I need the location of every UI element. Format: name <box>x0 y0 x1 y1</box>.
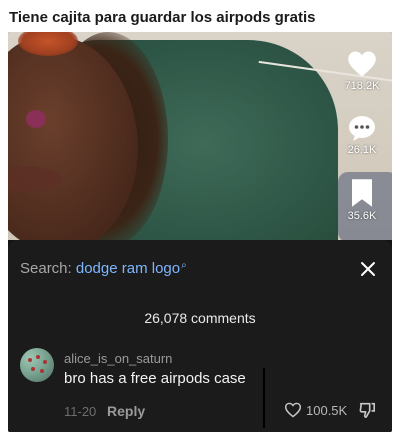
avatar[interactable] <box>20 348 54 382</box>
heart-icon <box>348 51 376 77</box>
search-label: Search: <box>20 260 72 277</box>
comment-date: 11-20 <box>64 404 97 419</box>
avatar-dot <box>31 367 35 371</box>
reply-button[interactable]: Reply <box>107 403 145 419</box>
comments-panel: Search: dodge ram logo⌕ 26,078 comments … <box>8 240 392 432</box>
avatar-dot <box>36 355 40 359</box>
dislike-icon[interactable] <box>358 401 376 419</box>
video-frame: 718.2K 26.1K 35.6K Search: dodge ram log… <box>8 32 392 432</box>
comment-like-button[interactable]: 100.5K <box>284 402 347 418</box>
comment-text: bro has a free airpods case <box>64 370 246 387</box>
heart-outline-icon <box>284 402 302 418</box>
comment-dots-icon <box>349 116 375 141</box>
post-title: Tiene cajita para guardar los airpods gr… <box>9 9 316 26</box>
comment-count: 26.1K <box>347 144 377 156</box>
search-suggestion[interactable]: Search: dodge ram logo⌕ <box>20 260 187 277</box>
like-count: 718.2K <box>344 80 380 92</box>
scrollbar[interactable] <box>263 368 265 428</box>
search-glyph-icon: ⌕ <box>181 260 187 271</box>
avatar-dot <box>28 358 32 362</box>
avatar-dot <box>43 360 47 364</box>
lips <box>8 166 62 192</box>
comment-username[interactable]: alice_is_on_saturn <box>64 351 172 366</box>
nostril-right <box>26 110 46 128</box>
comment-action[interactable]: 26.1K <box>340 114 384 156</box>
bookmark-icon <box>352 179 372 207</box>
comments-count: 26,078 comments <box>144 310 256 326</box>
like-action[interactable]: 718.2K <box>340 50 384 92</box>
close-icon[interactable] <box>360 261 376 277</box>
avatar-dot <box>40 369 44 373</box>
save-action[interactable]: 35.6K <box>340 178 384 222</box>
video-player[interactable]: 718.2K 26.1K 35.6K <box>8 32 392 240</box>
comment-like-count: 100.5K <box>306 402 348 418</box>
save-count: 35.6K <box>347 210 377 222</box>
search-term-link[interactable]: dodge ram logo <box>76 260 180 277</box>
